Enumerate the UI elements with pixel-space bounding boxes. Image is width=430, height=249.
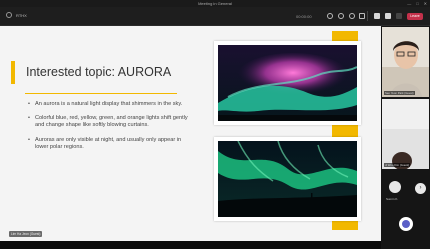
participants-panel: Seo Yeon Park (Guest) Ji Woo Kim (Guest)…	[381, 26, 430, 249]
share-screen-icon[interactable]	[396, 13, 402, 19]
close-icon[interactable]: ✕	[424, 0, 427, 7]
bullet-item: Colorful blue, red, yellow, green, and o…	[28, 115, 188, 129]
bullet-item: Auroras are only visible at night, and u…	[28, 137, 188, 151]
presenter-name-tag: Lim Ha Jeon (Guest)	[9, 231, 43, 237]
title-accent-bar	[11, 61, 15, 84]
more-options-icon[interactable]	[359, 13, 365, 19]
aurora-photo-top	[214, 41, 361, 125]
aurora-image-green	[218, 140, 357, 217]
avatar[interactable]	[389, 181, 401, 193]
aurora-image-pink	[218, 45, 358, 121]
participant-name: Ji Woo Kim (Guest)	[384, 163, 411, 167]
participant-name: Sumin K.	[386, 197, 399, 201]
participant-name: Seo Yeon Park (Guest)	[384, 91, 415, 95]
leave-button[interactable]: Leave	[407, 13, 423, 20]
toolbar-left: RTHX	[6, 12, 27, 18]
people-icon[interactable]	[327, 13, 333, 19]
minimize-icon[interactable]: —	[407, 0, 411, 7]
window-title: Meeting in General	[198, 1, 232, 6]
bullet-list: An aurora is a natural light display tha…	[28, 101, 188, 158]
microphone-icon[interactable]	[385, 13, 391, 19]
app-label: RTHX	[16, 12, 27, 18]
meeting-timer: 00:00:00	[296, 14, 312, 19]
raise-hand-button[interactable]	[399, 217, 413, 231]
maximize-icon[interactable]: □	[416, 0, 418, 7]
participant-video-2	[382, 99, 429, 169]
window-controls: — □ ✕	[407, 0, 427, 7]
toolbar-divider	[367, 11, 368, 21]
meeting-toolbar: RTHX 00:00:00 Leave	[0, 7, 430, 26]
participant-video-tile[interactable]: Seo Yeon Park (Guest)	[382, 27, 429, 97]
title-bar: Meeting in General — □ ✕	[0, 0, 430, 7]
chevron-right-icon[interactable]: ›	[415, 183, 426, 194]
bullet-item: An aurora is a natural light display tha…	[28, 101, 188, 108]
meeting-window: Meeting in General — □ ✕ RTHX 00:00:00 L…	[0, 0, 430, 249]
shared-slide: Interested topic: AURORA An aurora is a …	[0, 26, 381, 241]
participant-video-1	[382, 27, 429, 97]
title-underline	[25, 93, 177, 94]
camera-icon[interactable]	[374, 13, 380, 19]
participant-video-tile[interactable]: Ji Woo Kim (Guest)	[382, 99, 429, 169]
slide-title: Interested topic: AURORA	[26, 65, 172, 79]
aurora-photo-bottom	[214, 137, 361, 221]
info-icon[interactable]	[6, 12, 12, 18]
reactions-icon[interactable]	[349, 13, 355, 19]
chat-icon[interactable]	[338, 13, 344, 19]
bottom-bar	[0, 241, 381, 249]
